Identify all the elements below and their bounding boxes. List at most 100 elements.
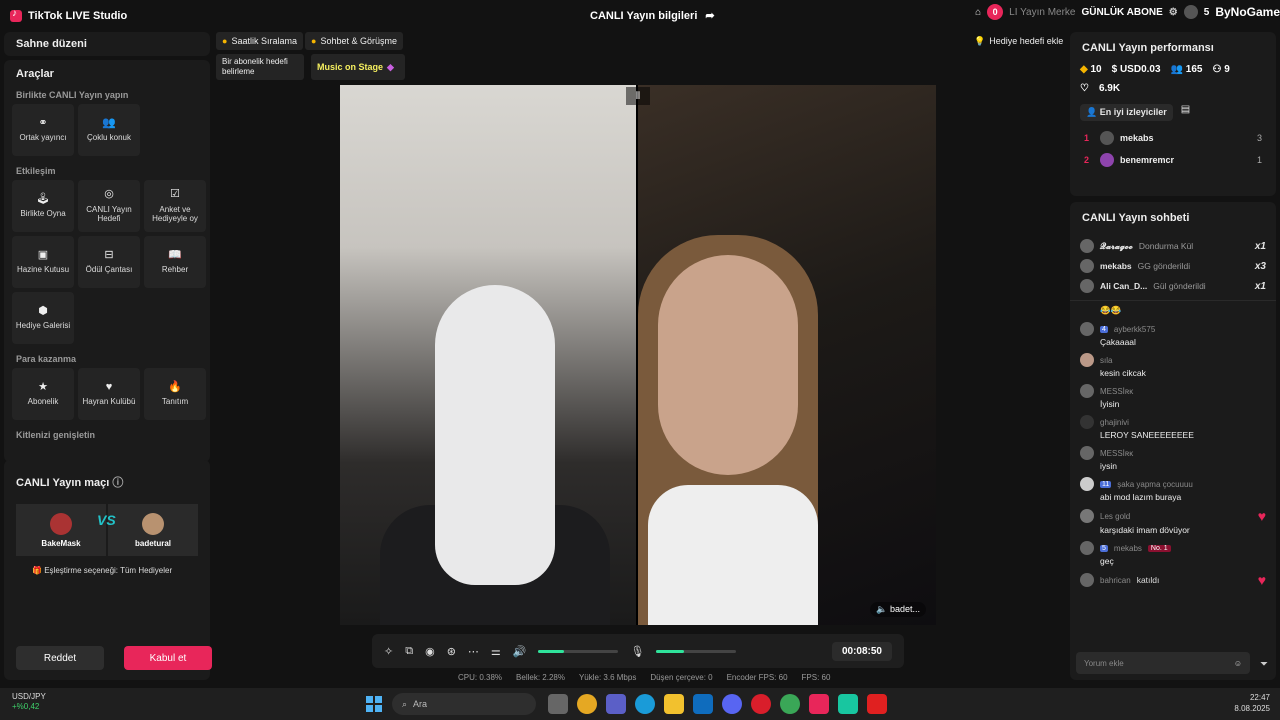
chat-username[interactable]: MESSİʀᴋ (1100, 387, 1133, 396)
filter-icon[interactable]: ⏷ (1260, 659, 1268, 670)
top-viewer-row[interactable]: 2 benemremcr 1 (1070, 149, 1276, 171)
avatar[interactable] (1183, 5, 1198, 19)
camera-flip-icon[interactable]: ⊛ (447, 645, 456, 658)
subscription-tool[interactable]: ★ Abonelik (12, 368, 74, 420)
teams-icon[interactable] (606, 694, 626, 714)
gift-gallery-tool[interactable]: ⬢ Hediye Galerisi (12, 292, 74, 344)
live-info-title: CANLI Yayın bilgileri (590, 9, 698, 22)
guest-camera-feed: 🔈 badet... (638, 85, 936, 625)
add-gift-goal[interactable]: 💡 Hediye hedefi ekle (968, 32, 1069, 50)
multi-guest-label: Çoklu konuk (86, 133, 132, 143)
outlook-icon[interactable] (693, 694, 713, 714)
home-icon[interactable]: ⌂ (975, 7, 981, 18)
viewer-score: 3 (1256, 133, 1262, 143)
task-view-icon[interactable] (548, 694, 568, 714)
windows-start-icon[interactable] (366, 696, 382, 712)
chrome-icon[interactable] (577, 694, 597, 714)
multi-guest-tool[interactable]: 👥 Çoklu konuk (78, 104, 140, 156)
chat-username[interactable]: şaka yapma çocuuuu (1117, 480, 1193, 489)
record-icon[interactable]: ◉ (425, 645, 435, 658)
co-host-tool[interactable]: ⚭ Ortak yayıncı (12, 104, 74, 156)
magic-wand-icon[interactable]: ✧ (384, 645, 393, 658)
encoder-fps-stat: Encoder FPS: 60 (726, 673, 788, 682)
treasure-box-tool[interactable]: ▣ Hazine Kutusu (12, 236, 74, 288)
microphone-icon[interactable]: 🎙 (630, 645, 644, 658)
more-icon[interactable]: ⋯ (468, 645, 479, 658)
top-viewers-tab[interactable]: 👤 En iyi izleyiciler (1080, 104, 1173, 121)
opera-icon[interactable] (751, 694, 771, 714)
promote-label: Tanıtım (161, 397, 189, 407)
chat-input[interactable]: Yorum ekle ☺ (1076, 652, 1250, 674)
chat-username[interactable]: Les gold (1100, 512, 1130, 521)
speaker-icon[interactable]: 🔊 (513, 645, 527, 658)
system-clock[interactable]: 22:47 8.08.2025 (1234, 693, 1270, 715)
tiktok-studio-icon[interactable] (809, 694, 829, 714)
hourly-ranking-chip[interactable]: ● Saatlik Sıralama (216, 32, 303, 50)
poll-tool[interactable]: ☑ Anket ve Hediyeyle oy (144, 180, 206, 232)
live-goal-tool[interactable]: ◎ CANLI Yayın Hedefi (78, 180, 140, 232)
app-icon[interactable] (838, 694, 858, 714)
star-icon: ★ (38, 381, 48, 394)
live-match-panel: CANLI Yayın maçı ⓘ BakeMask VS badetural… (4, 460, 212, 680)
gift-text: Dondurma Kül (1138, 241, 1194, 251)
chat-username[interactable]: MESSİʀᴋ (1100, 449, 1133, 458)
top-viewer-row[interactable]: 1 mekabs 3 (1070, 127, 1276, 149)
fan-club-tool[interactable]: ♥ Hayran Kulübü (78, 368, 140, 420)
gear-icon[interactable]: ⚙ (1169, 7, 1178, 18)
live-chat-panel: CANLI Yayın sohbeti 𝓠𝓪𝓻𝓪𝓰𝓸𝓸 Dondurma Kül x… (1070, 202, 1276, 680)
heart-icon: ♥ (105, 381, 113, 394)
youtube-icon[interactable] (867, 694, 887, 714)
help-icon[interactable]: ⓘ (112, 477, 123, 489)
chat-avatar (1080, 384, 1094, 398)
heart-icon: ♥ (1257, 572, 1266, 588)
chrome-profile-icon[interactable] (780, 694, 800, 714)
reward-bag-tool[interactable]: ⊟ Ödül Çantası (78, 236, 140, 288)
chat-username[interactable]: ghajinivi (1100, 418, 1129, 427)
target-icon: ◎ (104, 188, 114, 201)
sliders-icon[interactable]: ⚌ (491, 645, 501, 658)
reject-button[interactable]: Reddet (16, 646, 104, 670)
top-right-area: ⌂ 0 LI Yayın Merke GÜNLÜK ABONE ⚙ 5 ByNo… (975, 4, 1280, 20)
discord-icon[interactable] (722, 694, 742, 714)
promote-tool[interactable]: 🔥 Tanıtım (144, 368, 206, 420)
chat-avatar (1080, 322, 1094, 336)
co-host-label: Ortak yayıncı (19, 133, 67, 143)
user-icon: 👤 (1086, 107, 1098, 117)
live-center-link[interactable]: LI Yayın Merke (1009, 7, 1075, 18)
edge-icon[interactable] (635, 694, 655, 714)
joined-username[interactable]: bahrican (1100, 576, 1131, 585)
chat-username[interactable]: mekabs (1114, 544, 1142, 553)
layout-toggle-icon[interactable]: ⫴ (626, 87, 650, 105)
tools-title: Araçlar (16, 68, 54, 80)
likes-stat: ♡ 6.9K (1070, 79, 1276, 98)
speaker-volume-slider[interactable] (538, 649, 619, 653)
scene-layout[interactable]: Sahne düzeni (4, 32, 210, 56)
taskbar-search[interactable]: ⌕ Ara (392, 693, 536, 715)
tiktok-live-studio: TikTok LIVE Studio CANLI Yayın bilgileri… (0, 0, 1280, 720)
live-info[interactable]: CANLI Yayın bilgileri ➦ (590, 9, 715, 23)
chat-avatar (1080, 446, 1094, 460)
screen-add-icon[interactable]: ⧉ (405, 645, 413, 658)
music-on-stage-card[interactable]: Music on Stage ◆ (311, 54, 405, 80)
emoji-icon[interactable]: ☺ (1234, 659, 1242, 668)
list-icon[interactable]: ▤ (1181, 104, 1190, 121)
stream-controls: ✧ ⧉ ◉ ⊛ ⋯ ⚌ 🔊 🎙 00:08:50 (372, 634, 904, 668)
notification-badge[interactable]: 0 (987, 4, 1004, 20)
file-explorer-icon[interactable] (664, 694, 684, 714)
lightbulb-icon: 💡 (974, 35, 986, 46)
live-timer: 00:08:50 (831, 641, 892, 661)
chat-call-chip[interactable]: ● Sohbet & Görüşme (305, 32, 403, 50)
chat-username[interactable]: ayberkk575 (1114, 325, 1155, 334)
accept-button[interactable]: Kabul et (124, 646, 212, 670)
play-together-tool[interactable]: 🕹 Birlikte Oyna (12, 180, 74, 232)
mic-volume-slider[interactable] (656, 649, 737, 653)
people-icon: 👥 (1170, 64, 1183, 75)
vs-label: VS (97, 512, 116, 528)
flame-icon: ● (222, 36, 228, 46)
subscription-goal-card[interactable]: Bir abonelik hedefi belirleme (216, 54, 304, 80)
chat-username[interactable]: sıla (1100, 356, 1112, 365)
guest-label[interactable]: 🔈 badet... (870, 602, 926, 617)
share-icon[interactable]: ➦ (705, 9, 714, 22)
guide-tool[interactable]: 📖 Rehber (144, 236, 206, 288)
stock-widget[interactable]: USD/JPY +%0,42 (12, 692, 46, 713)
